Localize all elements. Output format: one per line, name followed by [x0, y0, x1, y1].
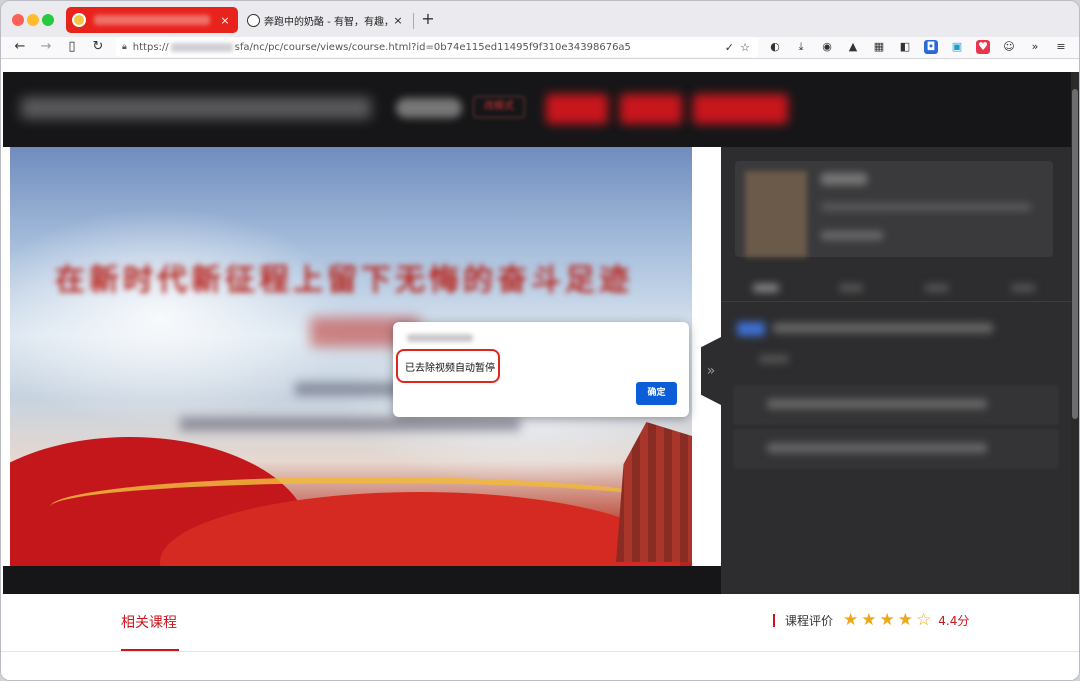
- action-button-3[interactable]: [693, 94, 788, 124]
- sidebar-tab[interactable]: [1011, 284, 1035, 292]
- forward-button[interactable]: →: [37, 38, 55, 56]
- sidebar-tab[interactable]: [925, 284, 949, 292]
- sidebar-tab[interactable]: [839, 284, 863, 292]
- divider: [1, 651, 1079, 652]
- party-emblem-icon: [72, 13, 86, 27]
- check-icon[interactable]: ✓: [725, 41, 734, 54]
- extension-icon-3[interactable]: ◧: [898, 40, 912, 54]
- nav-bar: ← → ▯ ↻ 🔒︎ https:// sfa/nc/pc/course/vie…: [1, 37, 1079, 59]
- bottom-section: 相关课程 课程评价 ★ ★ ★ ★ ☆ 4.4分: [1, 594, 1079, 680]
- overflow-menu-icon[interactable]: »: [1028, 40, 1042, 54]
- bitwarden-icon[interactable]: ◘: [924, 40, 938, 54]
- panda-extension-icon[interactable]: ☺: [1002, 40, 1016, 54]
- bookmark-star-icon[interactable]: ☆: [740, 41, 750, 54]
- save-icon[interactable]: ▣: [950, 40, 964, 54]
- scrollbar-thumb[interactable]: [1072, 89, 1078, 419]
- tab-close-button[interactable]: ×: [218, 14, 232, 27]
- tag-redacted: [396, 98, 462, 118]
- rating-label: 课程评价: [785, 613, 834, 628]
- tab-title: 奔跑中的奶酪 - 有智，有趣，有爱: [264, 16, 391, 28]
- star-icon: ★: [879, 610, 895, 630]
- url-bar[interactable]: 🔒︎ https:// sfa/nc/pc/course/views/cours…: [116, 37, 758, 57]
- sidebar-tabs: [721, 272, 1071, 302]
- extension-icon-1[interactable]: ◐: [768, 40, 782, 54]
- teacher-card: [735, 161, 1053, 257]
- teacher-info-redacted: [821, 203, 1031, 211]
- chapter-meta-redacted: [759, 355, 789, 363]
- action-button-2[interactable]: [620, 94, 682, 124]
- mode-button[interactable]: 改模式: [473, 96, 525, 118]
- tab-bar: × 奔跑中的奶酪 - 有智，有趣，有爱 × +: [1, 1, 1079, 37]
- reload-button[interactable]: ↻: [89, 38, 107, 56]
- download-icon[interactable]: ⤓: [794, 40, 808, 54]
- url-scheme: https://: [132, 41, 169, 53]
- course-rating: 课程评价 ★ ★ ★ ★ ☆ 4.4分: [773, 610, 969, 630]
- tab-close-button[interactable]: ×: [391, 14, 405, 27]
- teacher-name-redacted: [821, 173, 867, 185]
- back-button[interactable]: ←: [11, 38, 29, 56]
- pocket-icon[interactable]: ♥: [976, 40, 990, 54]
- player-footer: [3, 566, 721, 594]
- new-tab-button[interactable]: +: [419, 9, 437, 28]
- gold-ribbon-decoration: [50, 477, 690, 537]
- sidebar-tab[interactable]: [753, 284, 779, 292]
- url-path: sfa/nc/pc/course/views/course.html?id=0b…: [234, 41, 631, 53]
- star-icon: ★: [843, 610, 859, 630]
- active-tab-underline: [121, 649, 179, 651]
- teacher-avatar: [745, 171, 807, 257]
- chapter-title-redacted[interactable]: [773, 323, 993, 333]
- alert-dialog: 已去除视频自动暂停 确定: [393, 322, 689, 417]
- half-star-icon: ☆: [916, 610, 932, 630]
- dialog-origin-redacted: [407, 334, 473, 342]
- extension-icon-2[interactable]: ▦: [872, 40, 886, 54]
- rating-accent-bar: [773, 613, 775, 627]
- browser-window: × 奔跑中的奶酪 - 有智，有趣，有爱 × + ← → ▯ ↻ 🔒︎ https…: [0, 0, 1080, 681]
- video-title-text: 在新时代新征程上留下无悔的奋斗足迹: [55, 263, 633, 297]
- teacher-info-redacted: [821, 231, 883, 240]
- course-header: 改模式: [3, 72, 1071, 147]
- tab-active[interactable]: ×: [66, 7, 238, 33]
- tab-related-courses[interactable]: 相关课程: [121, 612, 177, 632]
- minimize-window-button[interactable]: [27, 14, 39, 26]
- rating-score: 4.4分: [938, 613, 970, 628]
- rocket-icon[interactable]: ▲: [846, 40, 860, 54]
- url-host-redacted: [170, 42, 233, 52]
- lock-icon: 🔒︎: [122, 42, 127, 52]
- video-text-redacted: [180, 417, 520, 431]
- tab-title-redacted: [94, 15, 210, 25]
- close-window-button[interactable]: [12, 14, 24, 26]
- star-icon: ★: [861, 610, 877, 630]
- hamburger-menu-icon[interactable]: ≡: [1054, 40, 1068, 54]
- chapter-badge: [737, 322, 765, 336]
- screenshot-icon[interactable]: ◉: [820, 40, 834, 54]
- collapse-sidebar-button[interactable]: »: [701, 337, 721, 405]
- action-button-1[interactable]: [546, 94, 608, 124]
- dialog-message: 已去除视频自动暂停: [405, 363, 495, 374]
- tab-separator: [413, 13, 414, 29]
- zoom-window-button[interactable]: [42, 14, 54, 26]
- tab-second[interactable]: 奔跑中的奶酪 - 有智，有趣，有爱 ×: [241, 7, 411, 33]
- sidebar-toggle-button[interactable]: ▯: [63, 38, 81, 56]
- ok-button[interactable]: 确定: [636, 382, 677, 405]
- course-title-redacted: [21, 97, 371, 119]
- course-sidebar: [721, 147, 1071, 594]
- panda-icon: [247, 13, 260, 27]
- lesson-title-redacted: [767, 443, 987, 453]
- lesson-title-redacted: [767, 399, 987, 409]
- star-icon: ★: [897, 610, 914, 630]
